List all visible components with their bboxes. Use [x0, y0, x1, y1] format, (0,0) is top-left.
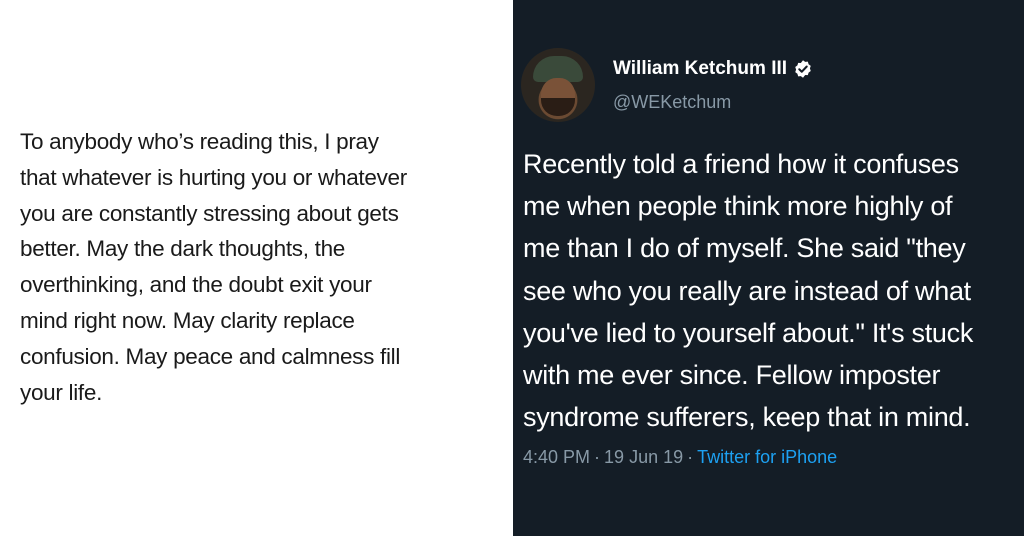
tweet-date[interactable]: 19 Jun 19: [604, 447, 683, 468]
user-handle[interactable]: @WEKetchum: [613, 92, 731, 113]
tweet-meta: 4:40 PM · 19 Jun 19 · Twitter for iPhone: [523, 447, 837, 468]
avatar-beard: [541, 98, 575, 116]
meta-separator: ·: [687, 447, 694, 467]
tweet-source-link[interactable]: Twitter for iPhone: [697, 447, 837, 468]
left-text-post: To anybody who’s reading this, I pray th…: [0, 0, 513, 536]
meta-separator: ·: [594, 447, 601, 467]
user-name[interactable]: William Ketchum III: [613, 58, 787, 80]
post-text: To anybody who’s reading this, I pray th…: [20, 129, 407, 405]
tweet-time[interactable]: 4:40 PM: [523, 447, 590, 468]
avatar[interactable]: [521, 48, 595, 122]
tweet-text: Recently told a friend how it confuses m…: [523, 149, 974, 433]
user-name-row[interactable]: William Ketchum III: [613, 58, 813, 80]
verified-badge-icon: [795, 60, 811, 78]
